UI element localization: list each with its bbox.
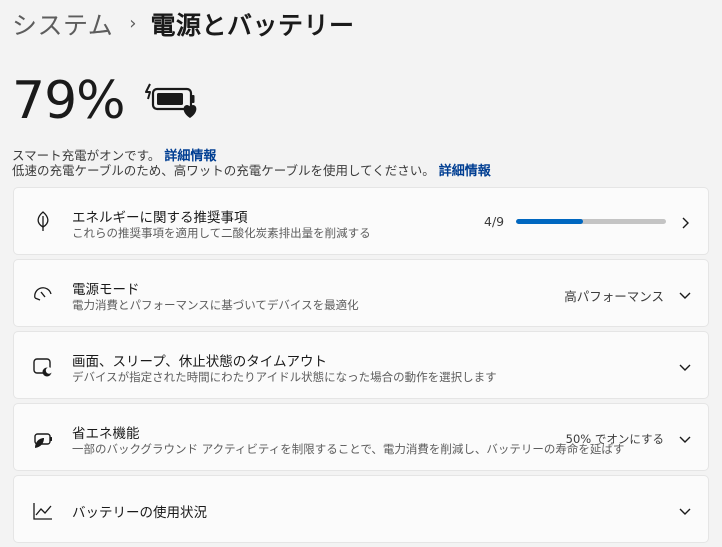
slow-charger-info: 低速の充電ケーブルのため、高ワットの充電ケーブルを使用してください。 詳細情報 [12, 160, 491, 179]
breadcrumb-parent-system[interactable]: システム [12, 6, 113, 42]
chevron-down-icon[interactable] [678, 431, 692, 445]
chevron-down-icon[interactable] [678, 359, 692, 373]
card-title: エネルギーに関する推奨事項 [72, 210, 248, 226]
energy-saver-threshold-select[interactable]: 50% でオンにする [566, 431, 664, 447]
power-mode-card[interactable]: 電源モード 電力消費とパフォーマンスに基づいてデバイスを最適化 高パフォーマンス [13, 259, 709, 327]
breadcrumb-separator: › [129, 12, 137, 34]
page-title: 電源とバッテリー [150, 11, 355, 40]
slow-charger-details-link[interactable]: 詳細情報 [439, 164, 491, 179]
card-title: 省エネ機能 [72, 426, 140, 442]
battery-usage-card[interactable]: バッテリーの使用状況 [13, 475, 709, 543]
energy-saver-icon [32, 428, 54, 450]
chevron-down-icon[interactable] [678, 503, 692, 517]
energy-recommendations-card[interactable]: エネルギーに関する推奨事項 これらの推奨事項を適用して二酸化炭素排出量を削減する… [13, 187, 709, 255]
energy-saver-card[interactable]: 省エネ機能 一部のバックグラウンド アクティビティを制限することで、電力消費を削… [13, 403, 709, 471]
power-mode-select[interactable]: 高パフォーマンス [564, 286, 664, 305]
leaf-icon [32, 210, 54, 232]
breadcrumb: システム › 電源とバッテリー [12, 6, 354, 42]
battery-charging-heart-icon [144, 80, 203, 124]
screen-sleep-timeouts-card[interactable]: 画面、スリープ、休止状態のタイムアウト デバイスが指定された時間にわたりアイドル… [13, 331, 709, 399]
recommendations-progress-fill [516, 219, 583, 224]
battery-percent: 79% [12, 71, 126, 131]
recommendations-count: 4/9 [484, 214, 505, 229]
card-title: バッテリーの使用状況 [72, 505, 207, 521]
card-title: 画面、スリープ、休止状態のタイムアウト [72, 354, 328, 370]
slow-charger-text: 低速の充電ケーブルのため、高ワットの充電ケーブルを使用してください。 [12, 163, 435, 178]
card-description: デバイスが指定された時間にわたりアイドル状態になった場合の動作を選択します [72, 370, 497, 384]
card-description: 電力消費とパフォーマンスに基づいてデバイスを最適化 [72, 298, 359, 312]
chevron-right-icon [678, 215, 692, 229]
usage-chart-icon [32, 500, 54, 522]
power-mode-gauge-icon [32, 284, 54, 306]
card-title: 電源モード [72, 282, 140, 298]
card-description: 一部のバックグラウンド アクティビティを制限することで、電力消費を削減し、バッテ… [72, 442, 625, 456]
card-description: これらの推奨事項を適用して二酸化炭素排出量を削減する [72, 226, 371, 240]
chevron-down-icon[interactable] [678, 287, 692, 301]
screen-sleep-icon [32, 356, 54, 378]
battery-status: 79% [12, 72, 203, 130]
recommendations-progress-bar [516, 219, 666, 224]
